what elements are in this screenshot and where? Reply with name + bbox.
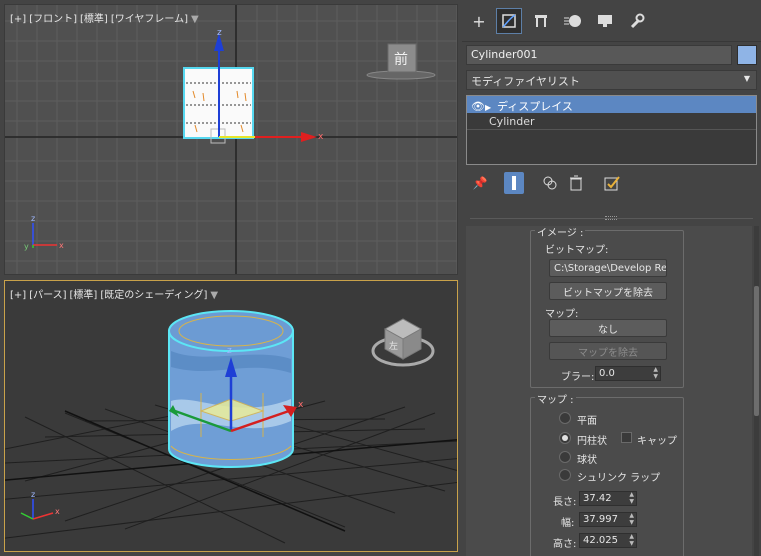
perspective-viewport[interactable]: z x z x 左 [+] [パース] [標準] [既定のシェーディング] ▼ [4,280,458,552]
spinner-arrows-icon[interactable]: ▲ ▼ [629,533,634,547]
svg-text:x: x [55,507,60,516]
blur-label: ブラー: [561,372,595,383]
front-viewcube-face-label: 前 [394,51,408,68]
perspective-viewport-label[interactable]: [+] [パース] [標準] [既定のシェーディング] ▼ [10,286,221,301]
motion-tab-icon[interactable] [560,8,586,34]
create-tab-icon[interactable]: + [466,8,492,34]
modifier-stack-toolbar: 📌 [466,170,757,196]
cylindrical-radio[interactable] [559,432,571,444]
map-button[interactable]: なし [549,319,667,337]
remove-map-button[interactable]: マップを除去 [549,342,667,360]
svg-text:x: x [298,400,304,410]
svg-text:x: x [59,241,64,250]
chevron-down-icon: ▼ [743,74,750,83]
command-panel: + Cylinder001 モディファイヤリスト ▼ 👁▶ ディスプレイス Cy… [462,0,761,556]
filter-icon[interactable]: ▼ [210,290,218,301]
bitmap-label: ビットマップ: [545,245,609,256]
spinner-arrows-icon[interactable]: ▲ ▼ [629,491,634,505]
blur-spinner[interactable]: 0.0 ▲ ▼ [595,366,661,381]
svg-text:z: z [31,490,35,499]
cap-label: キャップ [637,436,677,447]
viewport-menu-plus[interactable]: [+] [10,14,26,25]
displace-parameters-rollout: イメージ : ビットマップ: C:\Storage\Develop Rep ビッ… [466,226,752,556]
svg-text:z: z [227,346,232,356]
3dsmax-window: z x z y x 前 [+][フロント][標準][ワイヤフレーム]▼ [0,0,761,556]
planar-label: 平面 [577,416,597,427]
display-tab-icon[interactable] [592,8,618,34]
configure-modifier-sets-icon[interactable] [602,172,622,194]
panel-scrollbar[interactable] [754,226,759,556]
expand-triangle-icon[interactable]: ▶ [485,103,497,112]
bitmap-path-button[interactable]: C:\Storage\Develop Rep [549,259,667,277]
spherical-radio[interactable] [559,451,571,463]
modify-tab-icon[interactable] [496,8,522,34]
width-spinner[interactable]: 37.997 ▲ ▼ [579,512,637,527]
viewport-menu-view[interactable]: [フロント] [29,14,77,25]
spinner-arrows-icon[interactable]: ▲ ▼ [629,512,634,526]
remove-bitmap-button[interactable]: ビットマップを除去 [549,282,667,300]
hierarchy-tab-icon[interactable] [528,8,554,34]
svg-text:z: z [217,28,222,38]
modifier-list-dropdown[interactable]: モディファイヤリスト ▼ [466,70,757,90]
height-value: 42.025 [583,535,618,546]
planar-radio[interactable] [559,412,571,424]
front-viewport-label[interactable]: [+] [フロント] [標準] [ワイヤフレーム] ▼ [10,10,202,25]
cylindrical-label: 円柱状 [577,436,607,447]
map-group-title: マップ : [535,391,576,406]
svg-text:z: z [31,214,35,223]
show-end-result-icon[interactable] [504,172,524,194]
make-unique-icon[interactable] [540,172,560,194]
height-spinner[interactable]: 42.025 ▲ ▼ [579,533,637,548]
blur-value: 0.0 [599,368,615,379]
length-spinner[interactable]: 37.42 ▲ ▼ [579,491,637,506]
map-group: マップ : 平面 円柱状 キャップ 球状 シュリンク ラップ 長さ: 37.42… [530,391,684,556]
stack-item-cylinder[interactable]: Cylinder [467,113,756,130]
stack-item-cylinder-label: Cylinder [489,115,535,128]
viewport-menu-view[interactable]: [パース] [29,290,66,301]
pin-stack-icon[interactable]: 📌 [470,172,490,194]
stack-item-displace-label: ディスプレイス [497,100,573,113]
panel-scrollbar-thumb[interactable] [754,286,759,416]
map-label: マップ: [545,309,579,320]
shrinkwrap-radio[interactable] [559,469,571,481]
spinner-arrows-icon[interactable]: ▲ ▼ [653,366,658,380]
image-group: イメージ : ビットマップ: C:\Storage\Develop Rep ビッ… [530,226,684,388]
front-viewport[interactable]: z x z y x 前 [+] [フロント] [標準] [ワイヤフレーム] ▼ [4,4,458,275]
perspective-viewcube [371,318,435,367]
viewport-menu-plus[interactable]: [+] [10,290,26,301]
shrinkwrap-label: シュリンク ラップ [577,473,661,484]
modifier-stack: 👁▶ ディスプレイス Cylinder [466,95,757,165]
cap-checkbox[interactable] [621,432,632,443]
viewport-menu-standard[interactable]: [標準] [80,14,108,25]
command-panel-tabs: + [462,0,761,42]
length-value: 37.42 [583,493,612,504]
length-label: 長さ: [553,497,577,508]
width-label: 幅: [561,518,575,529]
height-label: 高さ: [553,539,577,550]
viewport-menu-shading[interactable]: [既定のシェーディング] [100,290,207,301]
object-color-swatch[interactable] [737,45,757,65]
perspective-viewcube-face-label: 左 [389,340,398,352]
perspective-viewport-grid: z x z x 左 [5,310,457,544]
svg-text:y: y [24,242,29,251]
eye-icon[interactable]: 👁 [471,100,485,113]
object-name-input[interactable]: Cylinder001 [466,45,732,65]
spherical-label: 球状 [577,455,597,466]
image-group-title: イメージ : [535,226,586,239]
remove-modifier-icon[interactable] [566,172,586,194]
modifier-list-label: モディファイヤリスト [471,75,580,88]
svg-text:x: x [318,132,324,142]
viewport-menu-shading[interactable]: [ワイヤフレーム] [111,14,188,25]
viewport-menu-standard[interactable]: [標準] [70,290,98,301]
stack-item-displace[interactable]: 👁▶ ディスプレイス [467,96,756,113]
utilities-tab-icon[interactable] [624,8,650,34]
front-viewport-grid: z x z y x 前 [5,5,457,274]
width-value: 37.997 [583,514,618,525]
filter-icon[interactable]: ▼ [191,14,199,25]
divider-grip-handle[interactable] [605,216,617,220]
